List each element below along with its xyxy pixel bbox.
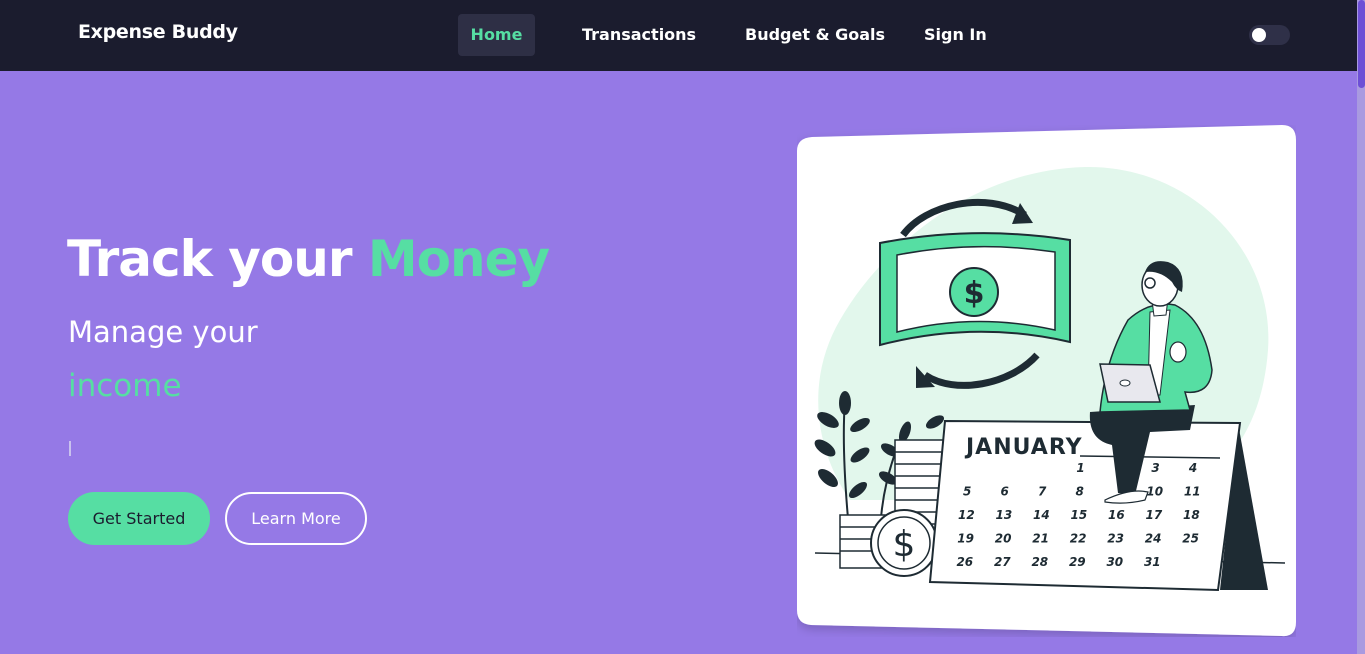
learn-more-button[interactable]: Learn More [225, 492, 367, 545]
calendar-day: 3 [1151, 461, 1159, 475]
calendar-day: 25 [1182, 532, 1199, 546]
calendar-day: 8 [1076, 485, 1084, 499]
calendar-month: JANUARY [964, 435, 1083, 460]
calendar-day: 31 [1144, 555, 1161, 569]
calendar-day: 24 [1145, 532, 1162, 546]
big-coin-dollar: $ [893, 524, 916, 565]
laptop-logo [1119, 379, 1131, 387]
navbar: Expense Buddy Home Transactions Budget &… [0, 0, 1365, 71]
calendar-day: 17 [1146, 508, 1163, 522]
brand-logo[interactable]: Expense Buddy [78, 21, 238, 43]
calendar-day: 16 [1108, 508, 1125, 522]
calendar-day: 21 [1032, 532, 1049, 546]
calendar-day: 19 [957, 532, 974, 546]
calendar-day: 7 [1038, 485, 1047, 499]
nav-item-budget-goals[interactable]: Budget & Goals [729, 14, 901, 56]
theme-toggle[interactable] [1249, 25, 1290, 45]
calendar-day: 6 [1001, 485, 1009, 499]
hero-title-accent: Money [367, 230, 550, 288]
calendar-day: 28 [1031, 555, 1048, 569]
calendar-day: 10 [1146, 485, 1163, 499]
calendar-day: 4 [1188, 461, 1197, 475]
calendar-day: 29 [1069, 555, 1086, 569]
calendar-day: 5 [963, 485, 971, 499]
calendar-day: 1 [1076, 461, 1084, 475]
calendar-day: 11 [1184, 485, 1201, 499]
nav-item-transactions[interactable]: Transactions [566, 14, 712, 56]
calendar-day: 23 [1107, 532, 1124, 546]
hero-title-text: Track your [67, 230, 368, 288]
calendar-day: 22 [1070, 532, 1087, 546]
calendar-day: 15 [1071, 508, 1088, 522]
calendar-day: 26 [956, 555, 973, 569]
hero-illustration: $ $ JANUARY 1 3 45 6 7 8 10 1112 13 14 15 16 17 1819 2… [797, 125, 1296, 637]
calendar-day: 14 [1033, 508, 1050, 522]
nav-item-home[interactable]: Home [458, 14, 535, 56]
calendar-day: 27 [994, 555, 1011, 569]
typing-cursor [69, 441, 71, 456]
person-fist [1169, 341, 1187, 363]
hero-subtitle: Manage your [68, 315, 258, 349]
banknote-dollar: $ [964, 276, 985, 311]
calendar-day: 13 [996, 508, 1013, 522]
hero-title: Track your Money [67, 230, 550, 288]
toggle-knob [1252, 28, 1266, 42]
page-scrollbar[interactable] [1357, 0, 1365, 654]
calendar-day: 30 [1106, 555, 1123, 569]
hero-typed-word: income [68, 368, 182, 404]
calendar-day: 18 [1183, 508, 1200, 522]
scrollbar-thumb[interactable] [1358, 0, 1365, 88]
nav-item-sign-in[interactable]: Sign In [908, 14, 1003, 56]
calendar-day: 12 [958, 508, 975, 522]
get-started-button[interactable]: Get Started [68, 492, 210, 545]
calendar-day: 20 [995, 532, 1012, 546]
